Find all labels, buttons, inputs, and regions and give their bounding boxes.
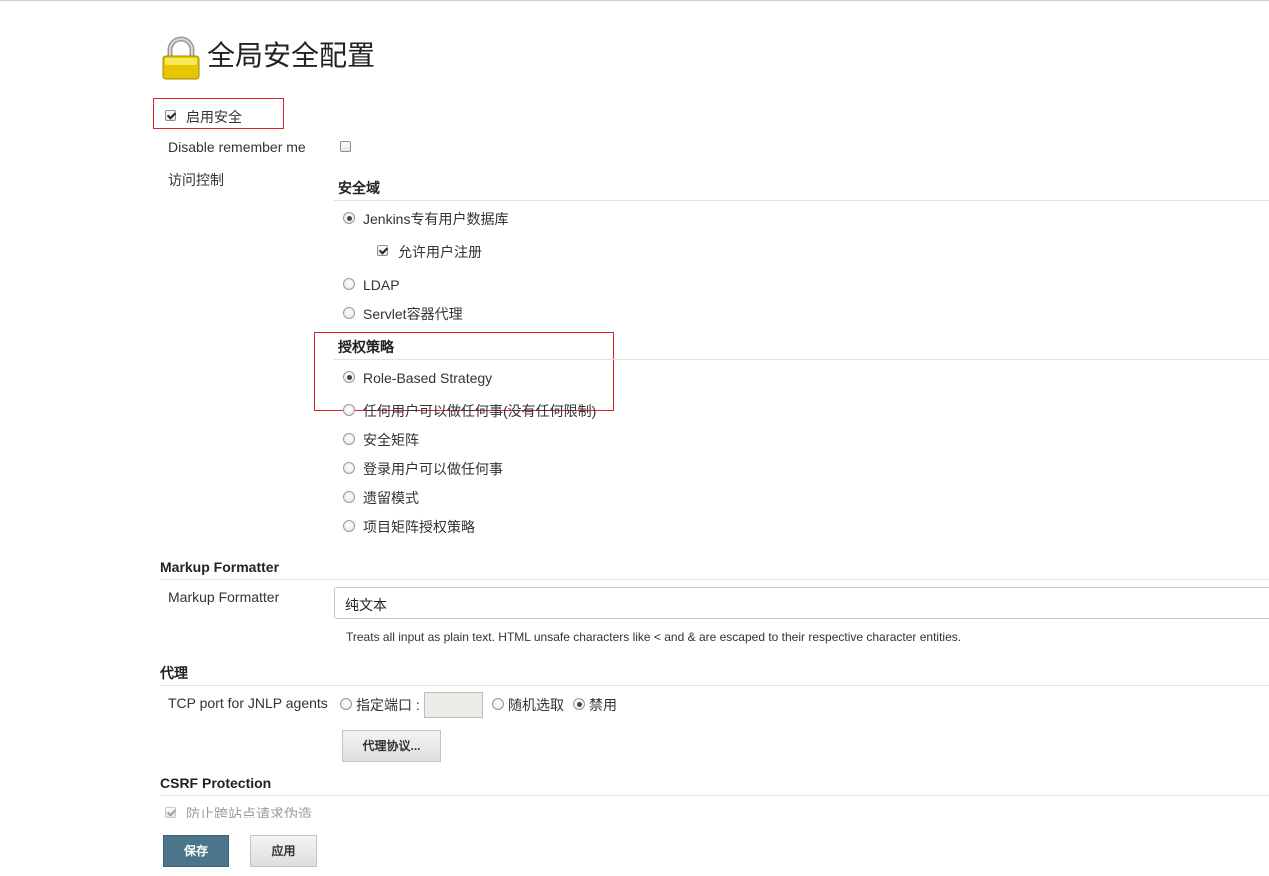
disable-remember-me-label: Disable remember me	[168, 139, 306, 155]
save-button[interactable]: 保存	[163, 835, 229, 867]
realm-ldap-radio[interactable]	[343, 278, 355, 290]
realm-servlet-radio[interactable]	[343, 307, 355, 319]
tcp-port-label: TCP port for JNLP agents	[168, 695, 328, 711]
allow-signup-checkbox[interactable]	[377, 245, 388, 256]
auth-role-based-radio[interactable]	[343, 371, 355, 383]
authorization-title: 授权策略	[338, 339, 394, 355]
tcp-port-input[interactable]	[424, 692, 483, 718]
auth-anyone-radio[interactable]	[343, 404, 355, 416]
security-realm-title: 安全域	[338, 180, 380, 196]
csrf-section-title: CSRF Protection	[160, 775, 272, 791]
auth-matrix-radio[interactable]	[343, 433, 355, 445]
tcp-fixed-port-radio[interactable]	[340, 698, 352, 710]
markup-formatter-label: Markup Formatter	[168, 589, 280, 605]
auth-anyone-label: 任何用户可以做任何事(没有任何限制)	[363, 403, 597, 419]
markup-formatter-description: Treats all input as plain text. HTML uns…	[346, 630, 962, 644]
auth-legacy-radio[interactable]	[343, 491, 355, 503]
security-realm-divider	[334, 200, 1269, 201]
allow-signup-label: 允许用户注册	[398, 244, 482, 260]
realm-servlet-label: Servlet容器代理	[363, 306, 463, 322]
disable-remember-me-checkbox[interactable]	[340, 141, 351, 152]
enable-security-label: 启用安全	[186, 109, 242, 125]
auth-role-based-label: Role-Based Strategy	[363, 370, 493, 386]
proxy-divider	[160, 685, 1269, 686]
auth-logged-in-radio[interactable]	[343, 462, 355, 474]
auth-project-matrix-label: 项目矩阵授权策略	[363, 519, 475, 535]
csrf-prevent-checkbox[interactable]	[165, 807, 176, 818]
csrf-prevent-label: 防止跨站点请求伪造	[186, 806, 312, 818]
csrf-divider	[160, 795, 1269, 796]
realm-jenkins-db-label: Jenkins专有用户数据库	[363, 211, 509, 227]
auth-legacy-label: 遗留模式	[363, 490, 419, 506]
apply-button[interactable]: 应用	[250, 835, 317, 867]
markup-formatter-section-title: Markup Formatter	[160, 559, 280, 575]
auth-project-matrix-radio[interactable]	[343, 520, 355, 532]
enable-security-checkbox[interactable]	[165, 110, 176, 121]
markup-formatter-select[interactable]: 纯文本	[334, 587, 1269, 619]
markup-formatter-divider	[160, 579, 1269, 580]
markup-formatter-selected-value: 纯文本	[345, 597, 387, 613]
authorization-divider	[334, 359, 1269, 360]
proxy-section-title: 代理	[160, 665, 188, 681]
auth-matrix-label: 安全矩阵	[363, 432, 419, 448]
access-control-label: 访问控制	[168, 172, 224, 188]
realm-ldap-label: LDAP	[363, 277, 400, 293]
page-title: 全局安全配置	[207, 39, 376, 72]
top-border	[0, 0, 1269, 1]
tcp-random-label: 随机选取	[508, 697, 564, 713]
tcp-random-radio[interactable]	[492, 698, 504, 710]
tcp-disabled-label: 禁用	[589, 697, 617, 713]
lock-icon	[160, 36, 202, 80]
tcp-disabled-radio[interactable]	[573, 698, 585, 710]
tcp-fixed-port-label: 指定端口 :	[356, 697, 420, 713]
agent-protocols-button[interactable]: 代理协议...	[342, 730, 441, 762]
auth-logged-in-label: 登录用户可以做任何事	[363, 461, 503, 477]
realm-jenkins-db-radio[interactable]	[343, 212, 355, 224]
